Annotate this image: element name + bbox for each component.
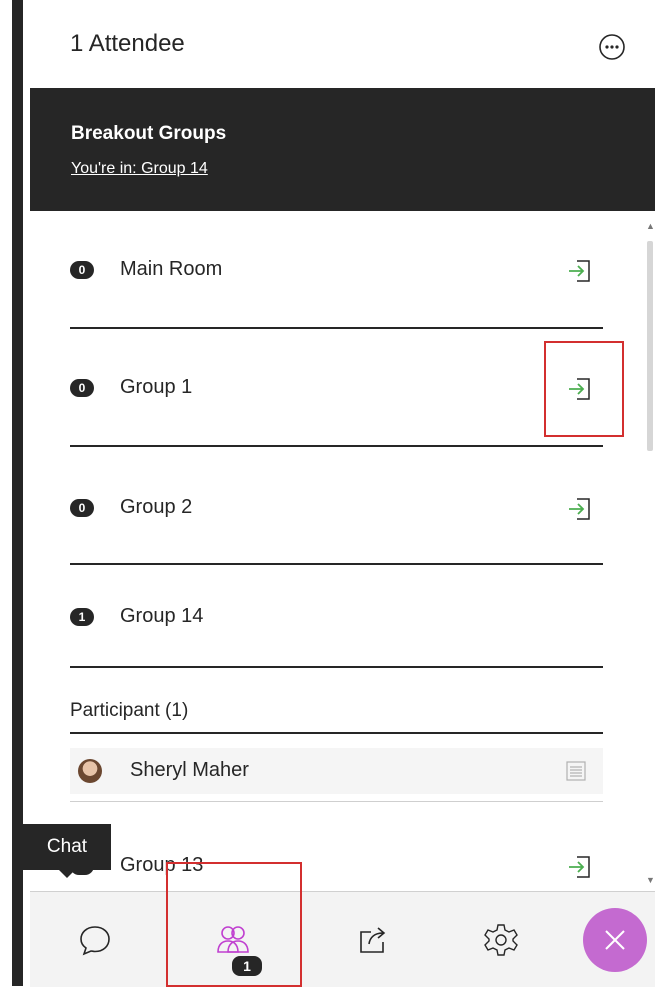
group-count-badge: 0 [70,379,94,397]
participant-name: Sheryl Maher [130,759,249,781]
current-group-link[interactable]: You're in: Group 14 [71,160,208,178]
join-group-2-button[interactable] [565,494,595,524]
close-panel-button[interactable] [583,908,647,972]
settings-icon [484,923,518,956]
panel-header: 1 Attendee [30,0,655,88]
group-name: Group 14 [120,605,204,627]
group-row-group-13: 0 Group 13 [70,816,603,891]
scroll-up-icon[interactable]: ▲ [646,221,655,231]
attendees-panel: 1 Attendee Breakout Groups You're in: Gr… [30,0,655,987]
participants-divider [70,732,603,734]
share-content-icon [360,926,386,953]
chat-tab-button[interactable] [40,892,150,987]
participants-heading: Participant (1) [70,700,189,721]
join-group-icon [569,498,590,520]
scroll-thumb[interactable] [647,241,653,451]
avatar [78,759,102,783]
participant-row[interactable]: Sheryl Maher [70,748,603,794]
groups-scrollbar[interactable]: ▲ ▼ [642,211,655,891]
more-options-button[interactable] [597,32,627,62]
attendees-count-badge: 1 [230,954,264,978]
participant-menu-icon[interactable] [565,760,587,782]
highlight-box [544,341,624,437]
group-row-group-2: 0 Group 2 [70,447,603,565]
participant-divider [70,801,603,802]
group-row-group-14: 1 Group 14 [70,565,603,668]
settings-tab-button[interactable] [446,892,556,987]
group-count-badge: 1 [70,608,94,626]
join-group-13-button[interactable] [565,852,595,882]
chat-tooltip: Chat [23,824,111,878]
panel-title: 1 Attendee [70,30,185,57]
groups-list: 0 Main Room 0 Group 1 0 Group 2 1 Group … [30,211,655,891]
group-count-badge: 0 [70,499,94,517]
group-name: Group 1 [120,376,193,398]
join-group-icon [569,856,590,878]
group-divider [70,666,603,668]
group-name: Group 2 [120,496,193,518]
group-row-group-1: 0 Group 1 [70,329,624,447]
group-row-main-room: 0 Main Room [70,211,603,329]
join-main-room-button[interactable] [565,256,595,286]
join-group-icon [569,260,590,282]
group-name: Main Room [120,258,223,280]
chat-icon [80,925,110,955]
breakout-groups-banner: Breakout Groups You're in: Group 14 [30,88,655,211]
breakout-groups-title: Breakout Groups [71,123,227,144]
bottom-toolbar: 1 [30,862,655,987]
close-panel-icon [605,930,625,950]
more-options-icon [599,34,625,60]
group-count-badge: 0 [70,261,94,279]
share-content-tab-button[interactable] [318,892,428,987]
scroll-down-icon[interactable]: ▼ [646,875,655,885]
